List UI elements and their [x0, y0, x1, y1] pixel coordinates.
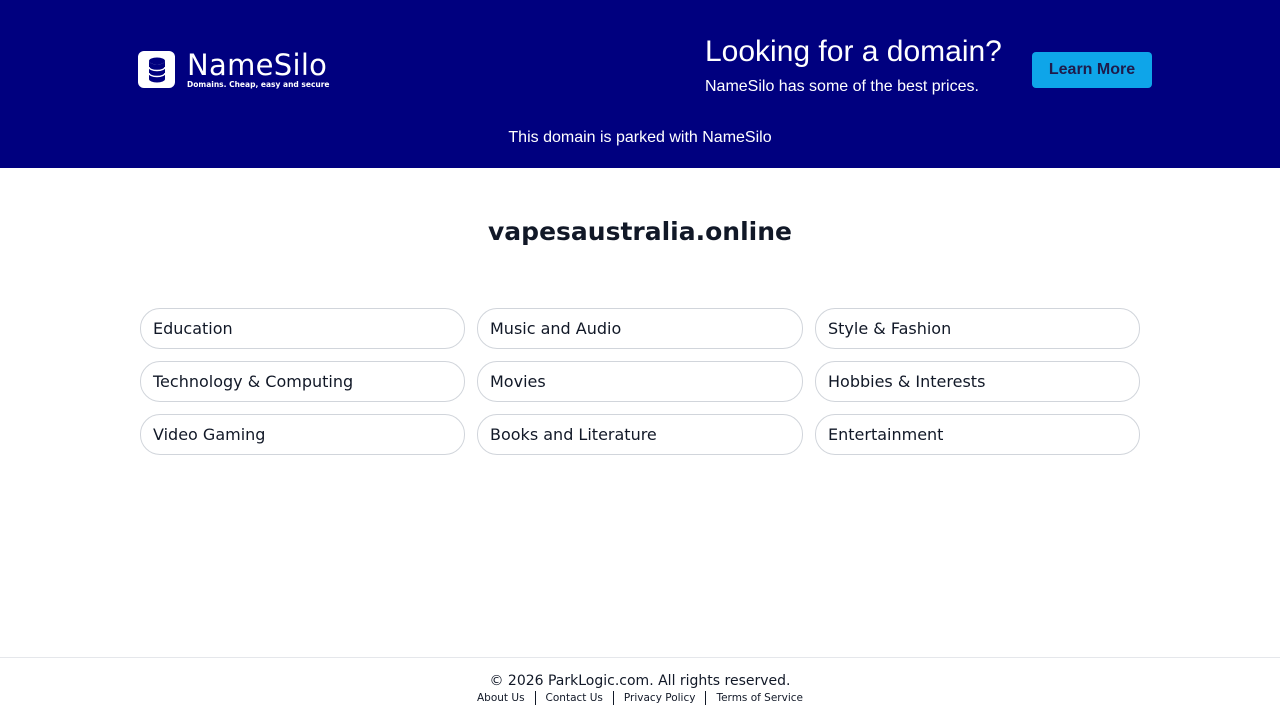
privacy-policy-link[interactable]: Privacy Policy [614, 691, 706, 705]
category-video-gaming[interactable]: Video Gaming [140, 414, 465, 455]
promo-block: Looking for a domain? NameSilo has some … [705, 34, 1002, 97]
copyright-text: © 2026 ParkLogic.com. All rights reserve… [489, 673, 791, 689]
promo-subtitle: NameSilo has some of the best prices. [705, 78, 979, 95]
learn-more-button[interactable]: Learn More [1032, 52, 1152, 88]
terms-of-service-link[interactable]: Terms of Service [706, 691, 813, 705]
parked-notice: This domain is parked with NameSilo [508, 129, 772, 146]
category-technology-computing[interactable]: Technology & Computing [140, 361, 465, 402]
promo-title: Looking for a domain? [705, 35, 1002, 68]
about-us-link[interactable]: About Us [467, 691, 535, 705]
brand-name: NameSilo [187, 48, 328, 82]
category-grid: Education Music and Audio Style & Fashio… [140, 308, 1140, 455]
namesilo-logo[interactable]: NameSilo Domains. Cheap, easy and secure [138, 50, 330, 89]
header-banner: NameSilo Domains. Cheap, easy and secure… [0, 0, 1280, 168]
category-entertainment[interactable]: Entertainment [815, 414, 1140, 455]
contact-us-link[interactable]: Contact Us [536, 691, 613, 705]
category-education[interactable]: Education [140, 308, 465, 349]
brand-tagline: Domains. Cheap, easy and secure [187, 80, 330, 89]
domain-name-heading: vapesaustralia.online [488, 217, 792, 246]
footer: © 2026 ParkLogic.com. All rights reserve… [0, 657, 1280, 721]
category-books-and-literature[interactable]: Books and Literature [477, 414, 803, 455]
database-icon [138, 51, 175, 88]
category-movies[interactable]: Movies [477, 361, 803, 402]
logo-text: NameSilo Domains. Cheap, easy and secure [187, 50, 330, 89]
category-style-fashion[interactable]: Style & Fashion [815, 308, 1140, 349]
category-hobbies-interests[interactable]: Hobbies & Interests [815, 361, 1140, 402]
category-music-and-audio[interactable]: Music and Audio [477, 308, 803, 349]
footer-links: About Us Contact Us Privacy Policy Terms… [0, 691, 1280, 705]
